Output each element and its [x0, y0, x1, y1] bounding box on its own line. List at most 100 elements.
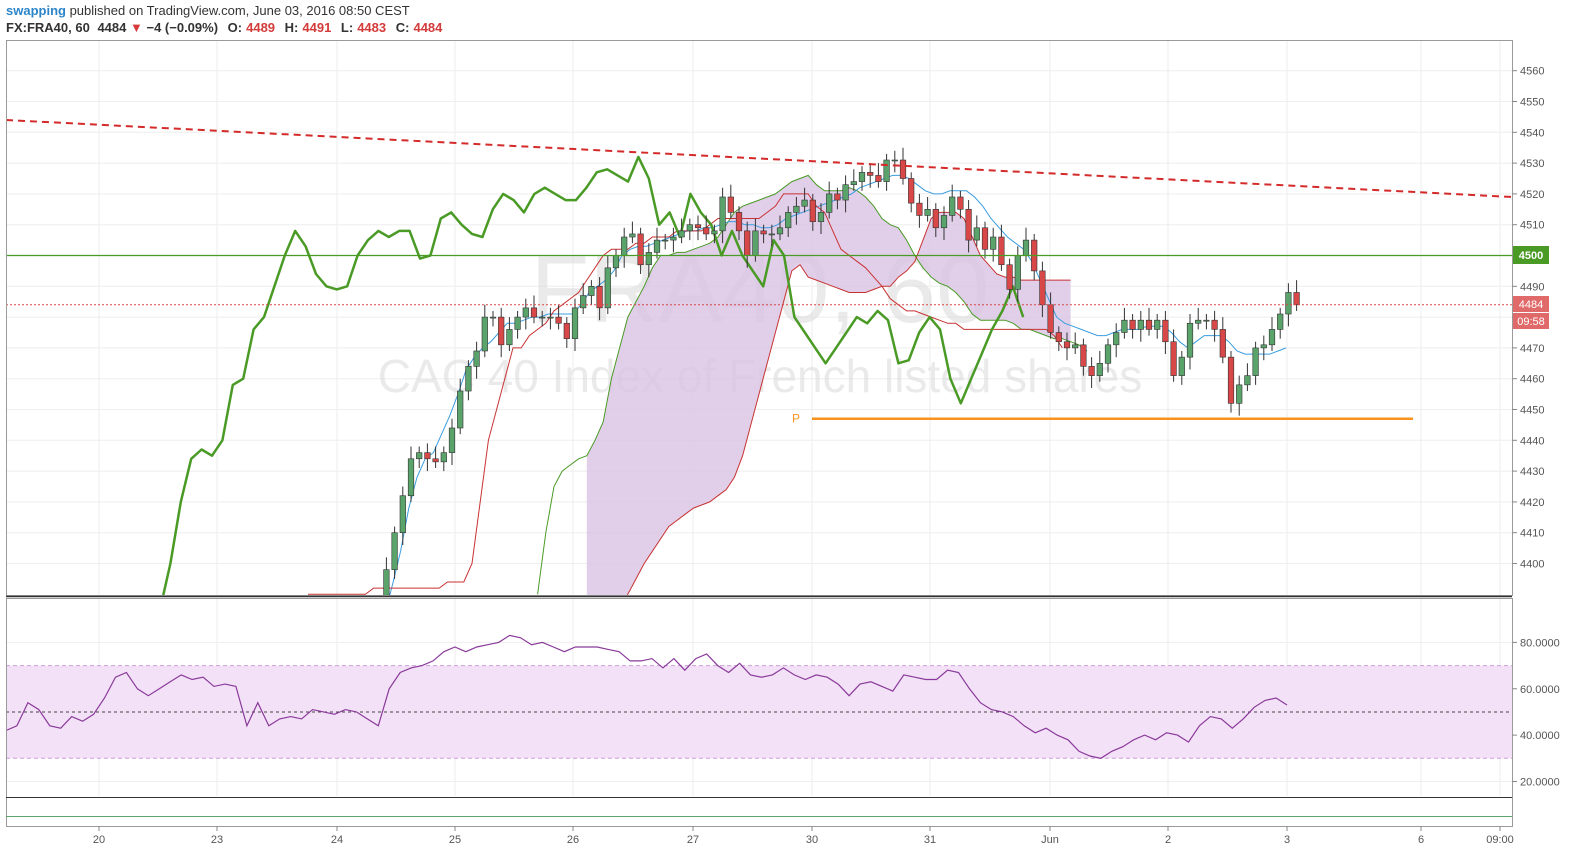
candle-body: [768, 233, 775, 236]
candle-body: [891, 159, 898, 162]
candle-body: [957, 196, 964, 210]
candle: [407, 446, 415, 502]
rsi-tick-label: 60.0000: [1520, 684, 1560, 696]
price-tick-label: 4520: [1520, 189, 1544, 201]
time-tick-label: 31: [924, 834, 936, 846]
candle-body: [940, 215, 948, 229]
candle-body: [981, 227, 989, 250]
candle-body: [416, 452, 423, 460]
candle-body: [1080, 344, 1087, 367]
price-tick-label: 4530: [1520, 158, 1544, 170]
time-tick-label: 30: [806, 834, 818, 846]
candle: [891, 150, 898, 173]
candle: [1031, 233, 1038, 281]
time-tick-label: 3: [1284, 834, 1290, 846]
price-tick-label: 4470: [1520, 343, 1544, 355]
candle-body: [555, 316, 562, 324]
candle-body: [457, 390, 464, 429]
candle: [916, 193, 923, 228]
candle: [489, 310, 497, 327]
candle-body: [530, 307, 538, 318]
candle-body: [432, 458, 439, 463]
candle-body: [1006, 264, 1013, 290]
candle-body: [973, 227, 980, 241]
time-tick-label: 26: [567, 834, 579, 846]
candle-body: [817, 212, 825, 222]
chart-area[interactable]: FRA40, 60 CAC 40 Index of French listed …: [0, 0, 1589, 865]
candle-body: [1186, 322, 1194, 358]
candle-body: [678, 230, 685, 238]
candle-body: [850, 181, 857, 185]
candle-body: [1260, 344, 1267, 349]
candle-body: [367, 641, 373, 666]
candle: [375, 597, 381, 652]
candle-body: [383, 569, 390, 595]
candle-body: [399, 495, 406, 533]
price-tick-label: 4460: [1520, 374, 1544, 386]
price-tick-label: 4560: [1520, 66, 1544, 78]
rsi-pane: [5, 634, 1512, 759]
rsi-axis[interactable]: 20.0000 40.0000 60.0000 80.0000: [1512, 637, 1560, 788]
candle-body: [1055, 332, 1062, 343]
candle: [1121, 307, 1128, 339]
price-tick-label: 4400: [1520, 559, 1544, 571]
time-tick-label: 20: [93, 834, 105, 846]
candle-body: [563, 322, 570, 339]
candle-body: [375, 607, 381, 641]
candle-body: [1293, 292, 1300, 306]
candle-body: [539, 316, 546, 319]
price-tick-label: 4510: [1520, 220, 1544, 232]
candle: [998, 224, 1005, 271]
candle: [391, 526, 398, 579]
candle: [908, 172, 915, 213]
price-tick-label: 4550: [1520, 97, 1544, 109]
candle-body: [506, 329, 513, 346]
candle-body: [522, 307, 529, 318]
candle: [1203, 314, 1210, 330]
candle-body: [645, 252, 652, 266]
candle-body: [481, 316, 488, 352]
time-tick-label: 27: [687, 834, 699, 846]
price-tick-label: 4440: [1520, 435, 1544, 447]
candle-body: [1129, 319, 1136, 330]
candle-body: [711, 230, 718, 235]
candle-body: [514, 316, 521, 330]
candle: [1277, 307, 1284, 339]
candle-body: [1268, 329, 1276, 346]
price-tick-label: 4540: [1520, 127, 1544, 139]
candle: [1211, 310, 1218, 342]
price-tick-label: 4430: [1520, 466, 1544, 478]
candle-body: [809, 199, 816, 222]
candle-body: [1178, 356, 1185, 376]
candle-body: [662, 239, 669, 242]
candle: [1022, 227, 1030, 262]
candle-body: [826, 193, 833, 213]
candle-body: [785, 212, 792, 229]
candle-body: [1244, 375, 1251, 386]
candle-body: [1121, 319, 1128, 333]
candle-body: [998, 236, 1005, 266]
candle-body: [858, 172, 866, 182]
candle: [424, 443, 431, 472]
candle: [522, 298, 529, 330]
candle-body: [1219, 329, 1226, 358]
candle-body: [1104, 344, 1112, 364]
candle-body: [842, 184, 849, 201]
candle-body: [703, 227, 710, 235]
candle: [514, 310, 521, 339]
candle-body: [604, 267, 611, 309]
time-axis[interactable]: 20 23 24 25 26 27 30 31 Jun 2 3 6 09:00: [93, 826, 1514, 846]
candle: [440, 446, 447, 472]
candle-body: [924, 209, 931, 216]
candle-body: [1063, 341, 1071, 349]
rsi-tick-label: 80.0000: [1520, 637, 1560, 649]
candle: [1293, 280, 1300, 311]
candle-body: [580, 295, 587, 309]
time-tick-label: Jun: [1041, 834, 1059, 846]
candle-body: [1113, 332, 1120, 346]
candle-body: [465, 366, 472, 392]
candle-body: [424, 452, 431, 460]
candle-body: [1154, 319, 1161, 330]
candle-body: [391, 532, 398, 570]
candle-body: [489, 316, 497, 319]
